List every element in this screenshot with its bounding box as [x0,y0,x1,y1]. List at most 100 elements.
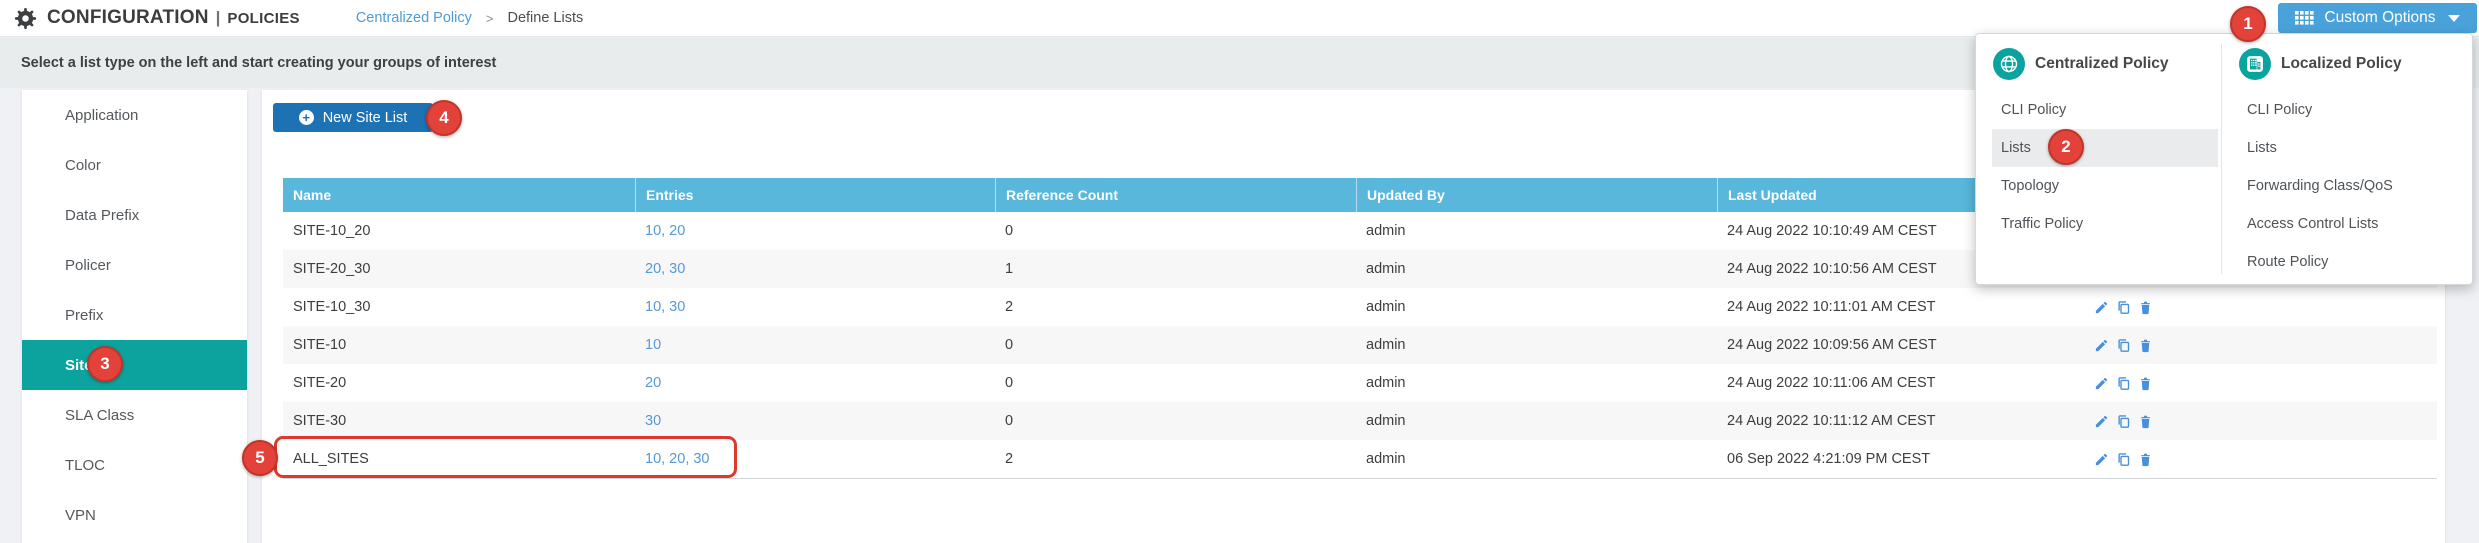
edit-icon[interactable] [2094,376,2109,391]
cell-reference-count: 2 [995,440,1356,478]
dropdown-items-localized: CLI Policy Lists Forwarding Class/QoS Acces… [2222,91,2472,281]
menu-item-label: Access Control Lists [2247,216,2378,232]
column-header-updated-by[interactable]: Updated By [1356,178,1717,212]
new-site-list-button[interactable]: + New Site List [273,103,433,132]
cell-updated-by: admin [1356,364,1717,402]
cell-entries-link[interactable]: 10, 20, 30 [635,440,995,478]
custom-options-button[interactable]: Custom Options [2278,3,2477,33]
custom-options-label: Custom Options [2324,9,2435,27]
subtitle-text: Select a list type on the left and start… [21,55,496,71]
sidebar-item-label: Policer [65,257,111,274]
sidebar-item-tloc[interactable]: TLOC [22,440,247,490]
delete-icon[interactable] [2138,338,2153,353]
globe-icon [1993,48,2025,80]
table-row-site-10[interactable]: SITE-10100admin24 Aug 2022 10:09:56 AM C… [283,326,2437,364]
gear-icon [14,7,37,30]
copy-icon[interactable] [2116,300,2131,315]
cell-reference-count: 2 [995,288,1356,326]
copy-icon[interactable] [2116,452,2131,467]
cell-entries-link[interactable]: 20 [635,364,995,402]
sidebar-item-data-prefix[interactable]: Data Prefix [22,190,247,240]
menu-item-localized-policy-forwarding-class-qos[interactable]: Forwarding Class/QoS [2238,167,2469,205]
cell-last-updated: 24 Aug 2022 10:11:01 AM CEST [1717,288,2088,326]
delete-icon[interactable] [2138,300,2153,315]
annotation-badge-1: 1 [2230,6,2266,42]
cell-entries-link[interactable]: 10, 30 [635,288,995,326]
cell-last-updated: 24 Aug 2022 10:09:56 AM CEST [1717,326,2088,364]
cell-name: SITE-20_30 [283,250,635,288]
menu-item-label: CLI Policy [2001,102,2066,118]
edit-icon[interactable] [2094,452,2109,467]
edit-icon[interactable] [2094,300,2109,315]
delete-icon[interactable] [2138,376,2153,391]
row-actions [2088,440,2437,478]
menu-item-label: Lists [2001,140,2031,156]
menu-item-centralized-policy-traffic-policy[interactable]: Traffic Policy [1992,205,2218,243]
building-icon [2239,48,2271,80]
copy-icon[interactable] [2116,414,2131,429]
row-actions [2088,326,2437,364]
sidebar-item-policer[interactable]: Policer [22,240,247,290]
menu-item-label: Lists [2247,140,2277,156]
menu-item-label: Forwarding Class/QoS [2247,178,2393,194]
page-title-subsection: POLICIES [227,10,299,27]
sidebar-item-label: Prefix [65,307,103,324]
title-divider: | [216,8,221,28]
menu-item-label: Traffic Policy [2001,216,2083,232]
delete-icon[interactable] [2138,452,2153,467]
sidebar-item-prefix[interactable]: Prefix [22,290,247,340]
menu-item-localized-policy-lists[interactable]: Lists [2238,129,2469,167]
grid-icon [2295,11,2314,25]
sidebar-item-vpn[interactable]: VPN [22,490,247,540]
annotation-badge-4: 4 [426,100,462,136]
dropdown-items-centralized: CLI Policy Lists Topology Traffic Policy [1976,91,2221,243]
sidebar-item-label: Data Prefix [65,207,139,224]
copy-icon[interactable] [2116,376,2131,391]
cell-updated-by: admin [1356,402,1717,440]
menu-item-localized-policy-cli-policy[interactable]: CLI Policy [2238,91,2469,129]
dropdown-column-centralized: Centralized Policy CLI PolicyListsTopolo… [1976,34,2221,284]
edit-icon[interactable] [2094,338,2109,353]
cell-name: SITE-30 [283,402,635,440]
menu-item-centralized-policy-topology[interactable]: Topology [1992,167,2218,205]
menu-item-localized-policy-access-control-lists[interactable]: Access Control Lists [2238,205,2469,243]
cell-updated-by: admin [1356,288,1717,326]
sidebar-item-label: VPN [65,507,96,524]
plus-icon: + [299,110,314,125]
cell-updated-by: admin [1356,212,1717,250]
menu-item-label: CLI Policy [2247,102,2312,118]
annotation-badge-5: 5 [242,440,278,476]
breadcrumb-separator: > [486,11,494,26]
sidebar-item-application[interactable]: Application [22,90,247,140]
column-header-name[interactable]: Name [283,178,635,212]
cell-entries-link[interactable]: 20, 30 [635,250,995,288]
cell-reference-count: 0 [995,402,1356,440]
row-actions [2088,364,2437,402]
table-row-all-sites[interactable]: ALL_SITES10, 20, 302admin06 Sep 2022 4:2… [283,440,2437,478]
breadcrumb-link-centralized-policy[interactable]: Centralized Policy [356,10,472,26]
copy-icon[interactable] [2116,338,2131,353]
cell-reference-count: 0 [995,364,1356,402]
cell-updated-by: admin [1356,250,1717,288]
chevron-down-icon [2448,15,2460,22]
column-header-entries[interactable]: Entries [635,178,995,212]
column-header-reference-count[interactable]: Reference Count [995,178,1356,212]
edit-icon[interactable] [2094,414,2109,429]
table-row-site-10-30[interactable]: SITE-10_3010, 302admin24 Aug 2022 10:11:… [283,288,2437,326]
cell-entries-link[interactable]: 10, 20 [635,212,995,250]
sidebar-item-site[interactable]: Site [22,340,247,390]
delete-icon[interactable] [2138,414,2153,429]
table-row-site-20[interactable]: SITE-20200admin24 Aug 2022 10:11:06 AM C… [283,364,2437,402]
cell-entries-link[interactable]: 30 [635,402,995,440]
menu-item-centralized-policy-lists[interactable]: Lists [1992,129,2218,167]
sidebar-item-sla-class[interactable]: SLA Class [22,390,247,440]
cell-reference-count: 1 [995,250,1356,288]
cell-reference-count: 0 [995,326,1356,364]
sidebar-item-label: Application [65,107,138,124]
cell-entries-link[interactable]: 10 [635,326,995,364]
menu-item-localized-policy-route-policy[interactable]: Route Policy [2238,243,2469,281]
cell-last-updated: 06 Sep 2022 4:21:09 PM CEST [1717,440,2088,478]
sidebar-item-color[interactable]: Color [22,140,247,190]
menu-item-centralized-policy-cli-policy[interactable]: CLI Policy [1992,91,2218,129]
table-row-site-30[interactable]: SITE-30300admin24 Aug 2022 10:11:12 AM C… [283,402,2437,440]
